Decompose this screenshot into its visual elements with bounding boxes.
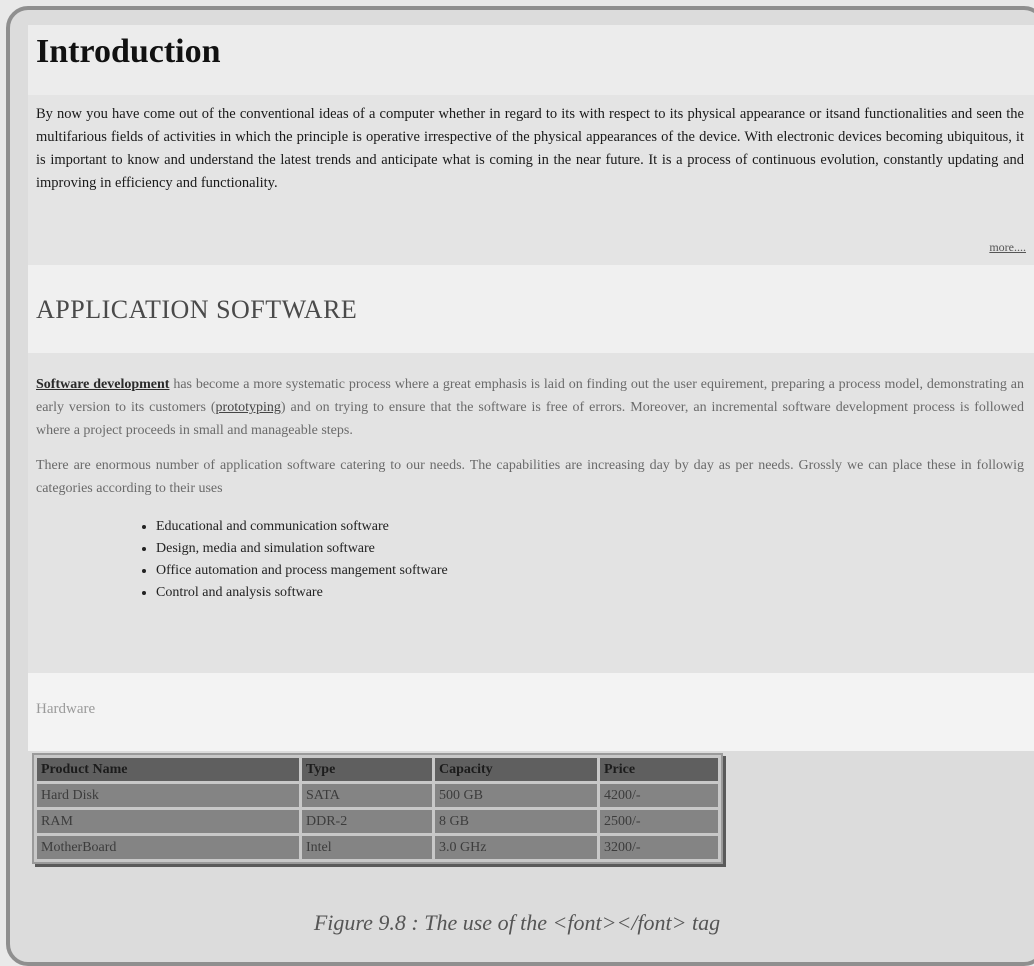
software-development-link[interactable]: Software development [36,377,169,392]
table-cell: DDR-2 [302,810,432,833]
table-cell: Intel [302,836,432,859]
application-section: Software development has become a more s… [28,353,1034,673]
hardware-header: Hardware [28,673,1034,751]
application-paragraph-1: Software development has become a more s… [36,373,1024,442]
hardware-table: Product Name Type Capacity Price Hard Di… [32,753,723,864]
prototyping-link[interactable]: prototyping [216,400,281,415]
intro-section: By now you have come out of the conventi… [28,95,1034,265]
application-paragraph-2: There are enormous number of application… [36,458,1024,496]
table-cell: 4200/- [600,784,718,807]
column-header-capacity: Capacity [435,758,597,781]
table-header-row: Product Name Type Capacity Price [37,758,718,781]
table-cell: 500 GB [435,784,597,807]
list-item: Design, media and simulation software [156,538,1024,560]
table-cell: RAM [37,810,299,833]
list-item: Control and analysis software [156,582,1024,604]
table-cell: 8 GB [435,810,597,833]
hardware-title: Hardware [36,701,96,717]
table-row: MotherBoard Intel 3.0 GHz 3200/- [37,836,718,859]
list-item: Office automation and process mangement … [156,560,1024,582]
software-category-list: Educational and communication software D… [36,516,1024,604]
more-link[interactable]: more.... [989,236,1026,259]
intro-title: Introduction [36,33,221,70]
table-cell: Hard Disk [37,784,299,807]
table-cell: 3200/- [600,836,718,859]
table-row: Hard Disk SATA 500 GB 4200/- [37,784,718,807]
table-row: RAM DDR-2 8 GB 2500/- [37,810,718,833]
figure-caption: Figure 9.8 : The use of the <font></font… [313,910,721,935]
column-header-type: Type [302,758,432,781]
table-cell: SATA [302,784,432,807]
column-header-price: Price [600,758,718,781]
column-header-product: Product Name [37,758,299,781]
table-cell: 3.0 GHz [435,836,597,859]
list-item: Educational and communication software [156,516,1024,538]
table-cell: 2500/- [600,810,718,833]
application-title: APPLICATION SOFTWARE [36,295,358,324]
intro-header: Introduction [28,25,1034,95]
intro-paragraph: By now you have come out of the conventi… [36,106,1024,191]
table-cell: MotherBoard [37,836,299,859]
application-header: APPLICATION SOFTWARE [28,265,1034,353]
